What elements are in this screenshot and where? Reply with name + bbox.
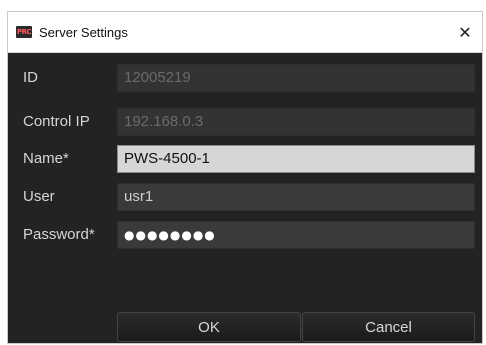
control-ip-row: Control IP 192.168.0.3 — [8, 108, 482, 136]
id-field: 12005219 — [117, 64, 475, 92]
server-settings-dialog: PRC Server Settings ✕ ID 12005219 Contro… — [8, 12, 482, 343]
close-icon[interactable]: ✕ — [448, 12, 482, 52]
password-field[interactable]: ●●●●●●●● — [117, 221, 475, 249]
app-logo-icon: PRC — [16, 26, 32, 38]
user-label: User — [23, 188, 55, 205]
id-row: ID 12005219 — [8, 64, 482, 92]
control-ip-field: 192.168.0.3 — [117, 108, 475, 136]
user-row: User usr1 — [8, 183, 482, 211]
ok-button[interactable]: OK — [117, 312, 301, 342]
dialog-title: Server Settings — [39, 24, 128, 40]
name-row: Name* PWS-4500-1 — [8, 145, 482, 173]
title-bar: PRC Server Settings ✕ — [8, 12, 482, 53]
form-panel: ID 12005219 Control IP 192.168.0.3 Name*… — [8, 53, 482, 343]
control-ip-label: Control IP — [23, 113, 90, 130]
password-label: Password* — [23, 226, 95, 243]
password-row: Password* ●●●●●●●● — [8, 221, 482, 249]
cancel-button[interactable]: Cancel — [302, 312, 475, 342]
name-field[interactable]: PWS-4500-1 — [117, 145, 475, 173]
id-label: ID — [23, 69, 38, 86]
user-field[interactable]: usr1 — [117, 183, 475, 211]
name-label: Name* — [23, 150, 69, 167]
